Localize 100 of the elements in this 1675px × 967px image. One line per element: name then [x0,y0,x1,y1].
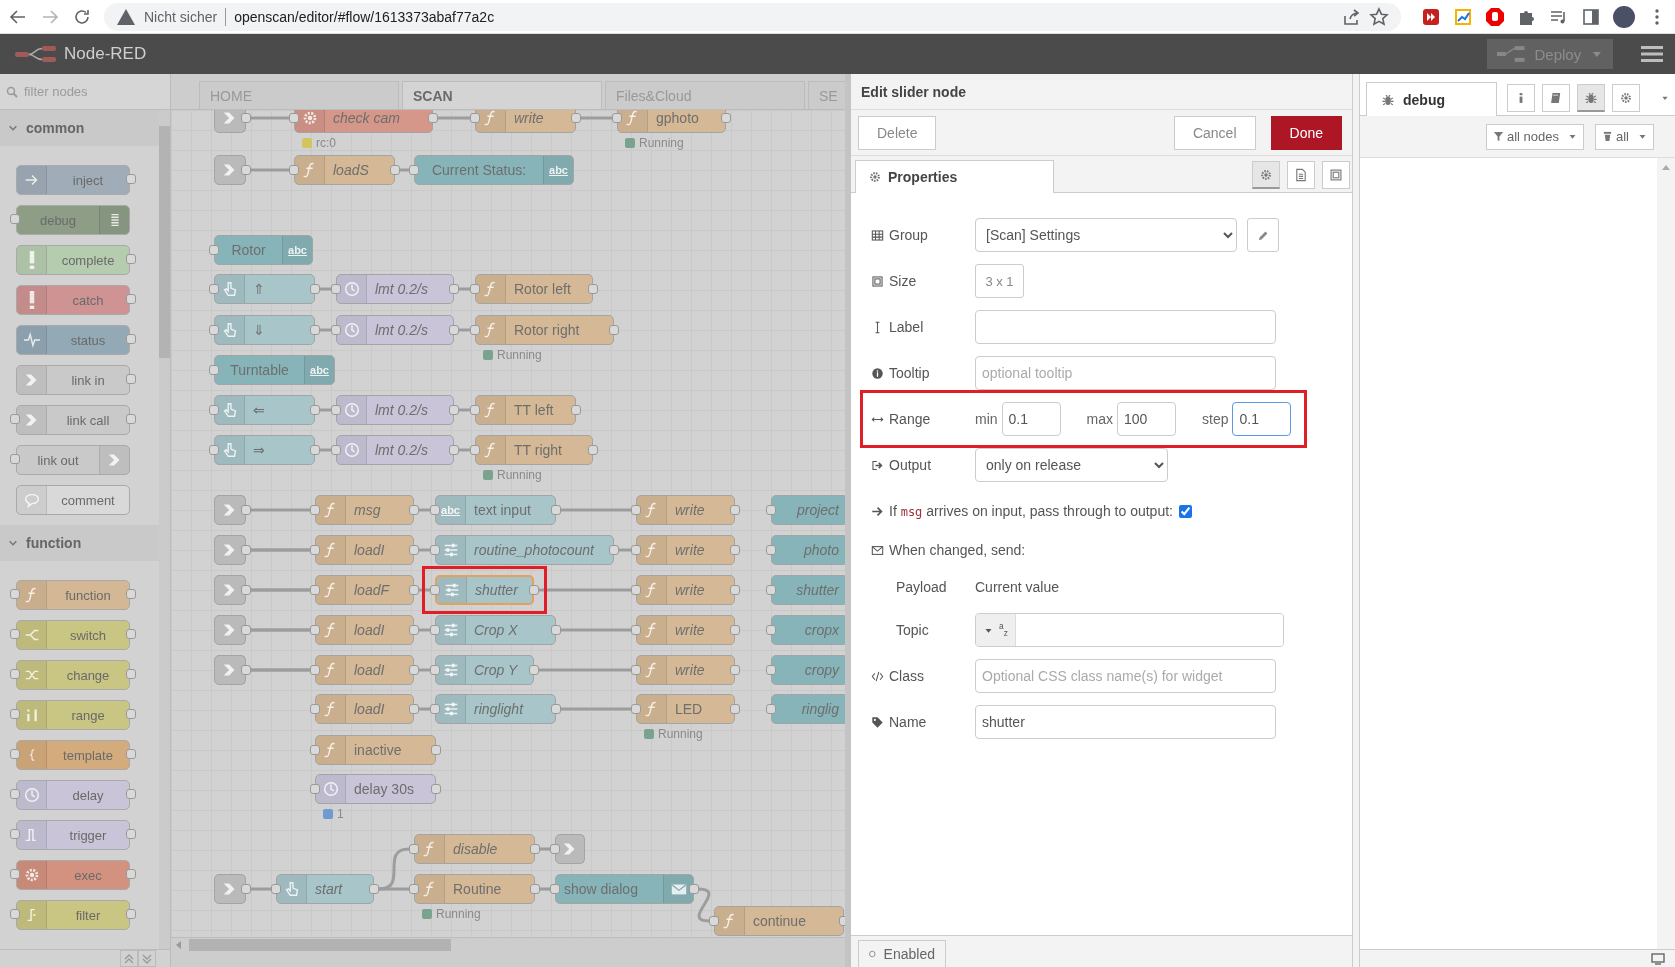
scroll-left-icon[interactable] [175,941,183,949]
flow-tab[interactable]: SCAN [402,81,602,109]
flow-node[interactable] [214,110,246,133]
flow-node[interactable]: delay 30s [315,774,436,804]
sidebar-tool-button[interactable] [1507,84,1535,112]
flow-node[interactable]: ⇐ [214,395,315,425]
share-icon[interactable] [1341,6,1361,27]
port-handle[interactable] [730,704,740,714]
port-handle[interactable] [571,113,581,123]
clear-button[interactable]: all [1595,123,1654,150]
palette-node[interactable]: change [16,660,130,690]
port-handle[interactable] [10,749,20,759]
expand-all-button[interactable] [138,950,156,967]
wire[interactable] [697,887,711,923]
wire[interactable] [561,707,631,711]
port-handle[interactable] [409,665,419,675]
flow-node[interactable]: ringlight [435,694,556,724]
dropdown[interactable]: [Scan] Settings [975,218,1237,252]
flow-node[interactable]: project [771,495,845,525]
port-handle[interactable] [470,113,480,123]
port-handle[interactable] [409,844,419,854]
size-button[interactable]: 3 x 1 [975,264,1024,298]
port-handle[interactable] [430,585,440,595]
resize-handle[interactable] [1352,74,1360,967]
port-handle[interactable] [331,405,341,415]
number-field[interactable]: 0.1 [1001,402,1061,436]
palette-node[interactable]: range [16,700,130,730]
flow-node[interactable]: write [636,655,735,685]
properties-tab[interactable]: Properties [855,160,1054,193]
port-handle[interactable] [721,113,731,123]
wire[interactable] [419,588,430,592]
wire[interactable] [379,887,409,891]
port-handle[interactable] [551,505,561,515]
wire[interactable] [540,887,550,891]
port-handle[interactable] [730,625,740,635]
port-handle[interactable] [631,665,641,675]
fast-forward-icon[interactable] [1421,6,1441,27]
cancel-button[interactable]: Cancel [1173,115,1256,150]
palette-node[interactable]: status [16,325,130,355]
flow-node[interactable]: disable [414,834,535,864]
enabled-toggle[interactable]: Enabled [858,940,946,967]
port-handle[interactable] [241,884,251,894]
port-handle[interactable] [730,585,740,595]
port-handle[interactable] [631,704,641,714]
port-handle[interactable] [409,545,419,555]
palette-node[interactable]: catch [16,285,130,315]
collapse-all-button[interactable] [120,950,138,967]
flow-node[interactable]: TT left [475,395,576,425]
port-handle[interactable] [10,909,20,919]
wire[interactable] [251,887,271,891]
port-handle[interactable] [310,784,320,794]
port-handle[interactable] [609,325,619,335]
wire[interactable] [251,116,289,120]
palette-node[interactable]: link call [16,405,130,435]
port-handle[interactable] [209,284,219,294]
port-handle[interactable] [310,665,320,675]
flow-node[interactable]: lmt 0.2/s [336,315,454,345]
flow-node[interactable]: Crop Y [435,655,534,685]
port-handle[interactable] [766,505,776,515]
palette-node[interactable]: delay [16,780,130,810]
port-handle[interactable] [551,625,561,635]
wire[interactable] [320,328,331,332]
port-handle[interactable] [209,325,219,335]
flow-node[interactable]: cropy [771,655,845,685]
port-handle[interactable] [709,916,719,926]
flow-node[interactable]: photo [771,535,845,565]
port-handle[interactable] [430,704,440,714]
flow-node[interactable]: gphoto [617,110,726,133]
port-handle[interactable] [126,294,136,304]
wire[interactable] [251,168,289,172]
port-handle[interactable] [430,505,440,515]
wire[interactable] [419,628,430,632]
flow-node[interactable]: Rotor abc [214,235,313,265]
port-handle[interactable] [10,454,20,464]
port-handle[interactable] [241,113,251,123]
port-handle[interactable] [10,789,20,799]
port-handle[interactable] [430,545,440,555]
wire[interactable] [540,847,550,851]
palette-node[interactable]: switch [16,620,130,650]
sidebar-tool-button[interactable] [1612,84,1640,112]
port-handle[interactable] [10,869,20,879]
wire[interactable] [378,847,410,891]
flow-node[interactable]: check cam [294,110,433,133]
edit-button[interactable] [1247,218,1279,252]
tool-tab[interactable] [1322,161,1350,189]
flow-node[interactable]: ⇓ [214,315,315,345]
flow-node[interactable] [214,874,246,904]
port-handle[interactable] [126,789,136,799]
wire[interactable] [419,508,430,512]
port-handle[interactable] [766,545,776,555]
port-handle[interactable] [529,665,539,675]
flow-node[interactable]: show dialog [555,874,694,904]
port-handle[interactable] [409,585,419,595]
number-field[interactable]: 100 [1117,402,1176,436]
flow-node[interactable]: TT right [475,435,593,465]
flow-node[interactable] [214,655,246,685]
palette-node[interactable]: filter [16,900,130,930]
wire[interactable] [539,668,631,672]
wire[interactable] [561,628,631,632]
palette-node[interactable]: link out [16,445,130,475]
